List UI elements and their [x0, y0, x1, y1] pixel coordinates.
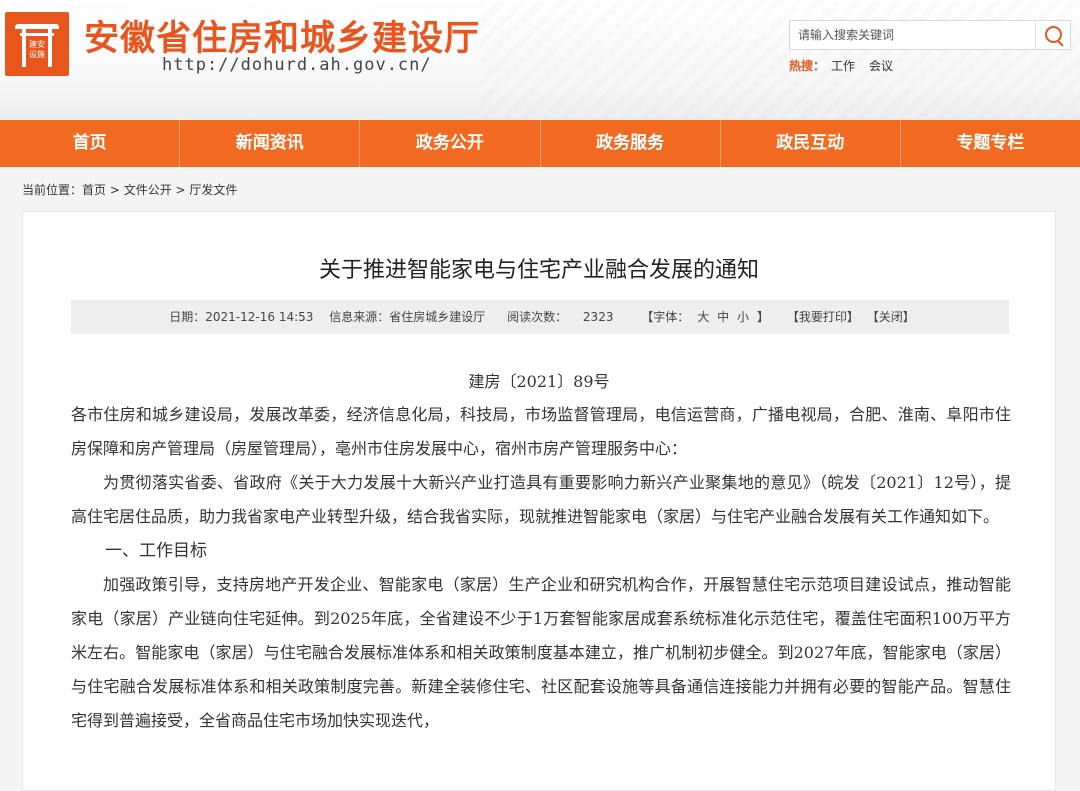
addressee-paragraph: 各市住房和城乡建设局，发展改革委，经济信息化局，科技局，市场监督管理局，电信运营…	[71, 405, 1011, 458]
hot-search-label: 热搜：	[789, 59, 826, 73]
hot-search-link-meeting[interactable]: 会议	[869, 59, 893, 73]
breadcrumb-separator: >	[171, 183, 190, 197]
views-count: 2323	[582, 310, 614, 324]
site-url: http://dohurd.ah.gov.cn/	[162, 55, 432, 75]
header-background-pattern	[480, 0, 1080, 120]
search-icon-handle	[1057, 40, 1064, 47]
font-size-label-end: 】	[757, 310, 770, 324]
font-size-small-button[interactable]: 小	[737, 310, 749, 324]
close-button[interactable]: 【关闭】	[867, 310, 915, 324]
article-body: 各市住房和城乡建设局，发展改革委，经济信息化局，科技局，市场监督管理局，电信运营…	[71, 398, 1011, 738]
nav-item-home[interactable]: 首页	[0, 120, 181, 167]
breadcrumb-item-home[interactable]: 首页	[82, 183, 106, 197]
logo-gate-pillar-right	[48, 29, 52, 67]
article-title: 关于推进智能家电与住宅产业融合发展的通知	[318, 258, 759, 283]
intro-paragraph: 为贯彻落实省委、省政府《关于大力发展十大新兴产业打造具有重要影响力新兴产业聚集地…	[71, 473, 1011, 526]
search-box	[789, 20, 1071, 50]
search-button[interactable]	[1035, 21, 1070, 49]
views-label: 阅读次数：	[507, 310, 568, 324]
document-number: 建房〔2021〕89号	[468, 372, 610, 391]
main-nav: 首页 新闻资讯 政务公开 政务服务 政民互动 专题专栏	[0, 120, 1080, 167]
section-body-paragraph: 加强政策引导，支持房地产开发企业、智能家电（家居）生产企业和研究机构合作，开展智…	[71, 575, 1011, 730]
site-logo[interactable]: 建安设施	[5, 12, 69, 76]
logo-gate-pillar-left	[22, 29, 26, 67]
site-title[interactable]: 安徽省住房和城乡建设厅	[84, 10, 480, 61]
article-date: 日期：2021-12-16 14:53	[169, 310, 314, 324]
font-size-control: 【字体： 大 中 小】	[635, 310, 775, 324]
logo-text: 建安设施	[29, 40, 45, 59]
breadcrumb-separator: >	[106, 183, 124, 197]
hot-search-link-work[interactable]: 工作	[831, 59, 855, 73]
nav-item-interaction[interactable]: 政民互动	[721, 120, 901, 167]
article-views: 阅读次数： 2323	[501, 310, 619, 324]
site-header: 建安设施 安徽省住房和城乡建设厅 http://dohurd.ah.gov.cn…	[0, 0, 1080, 120]
search-input[interactable]	[790, 21, 1036, 49]
print-button[interactable]: 【我要打印】	[787, 310, 859, 324]
breadcrumb-item-files[interactable]: 文件公开	[124, 183, 172, 197]
nav-item-public-affairs[interactable]: 政务公开	[360, 120, 541, 167]
section-heading: 一、工作目标	[105, 541, 207, 561]
nav-item-special-topics[interactable]: 专题专栏	[901, 120, 1080, 167]
nav-item-services[interactable]: 政务服务	[541, 120, 721, 167]
article-meta-bar: 日期：2021-12-16 14:53 信息来源：省住房城乡建设厅 阅读次数： …	[71, 300, 1009, 334]
breadcrumb: 当前位置：首页 > 文件公开 > 厅发文件	[22, 181, 237, 198]
hot-search: 热搜： 工作 会议	[789, 57, 893, 74]
nav-item-news[interactable]: 新闻资讯	[180, 120, 361, 167]
breadcrumb-prefix: 当前位置：	[22, 183, 83, 197]
font-size-medium-button[interactable]: 中	[717, 310, 729, 324]
article-source: 信息来源：省住房城乡建设厅	[329, 310, 486, 324]
article-panel: 关于推进智能家电与住宅产业融合发展的通知 日期：2021-12-16 14:53…	[22, 211, 1056, 791]
font-size-label: 【字体：	[641, 310, 690, 324]
font-size-large-button[interactable]: 大	[697, 310, 709, 324]
breadcrumb-item-dept-files[interactable]: 厅发文件	[189, 183, 237, 197]
